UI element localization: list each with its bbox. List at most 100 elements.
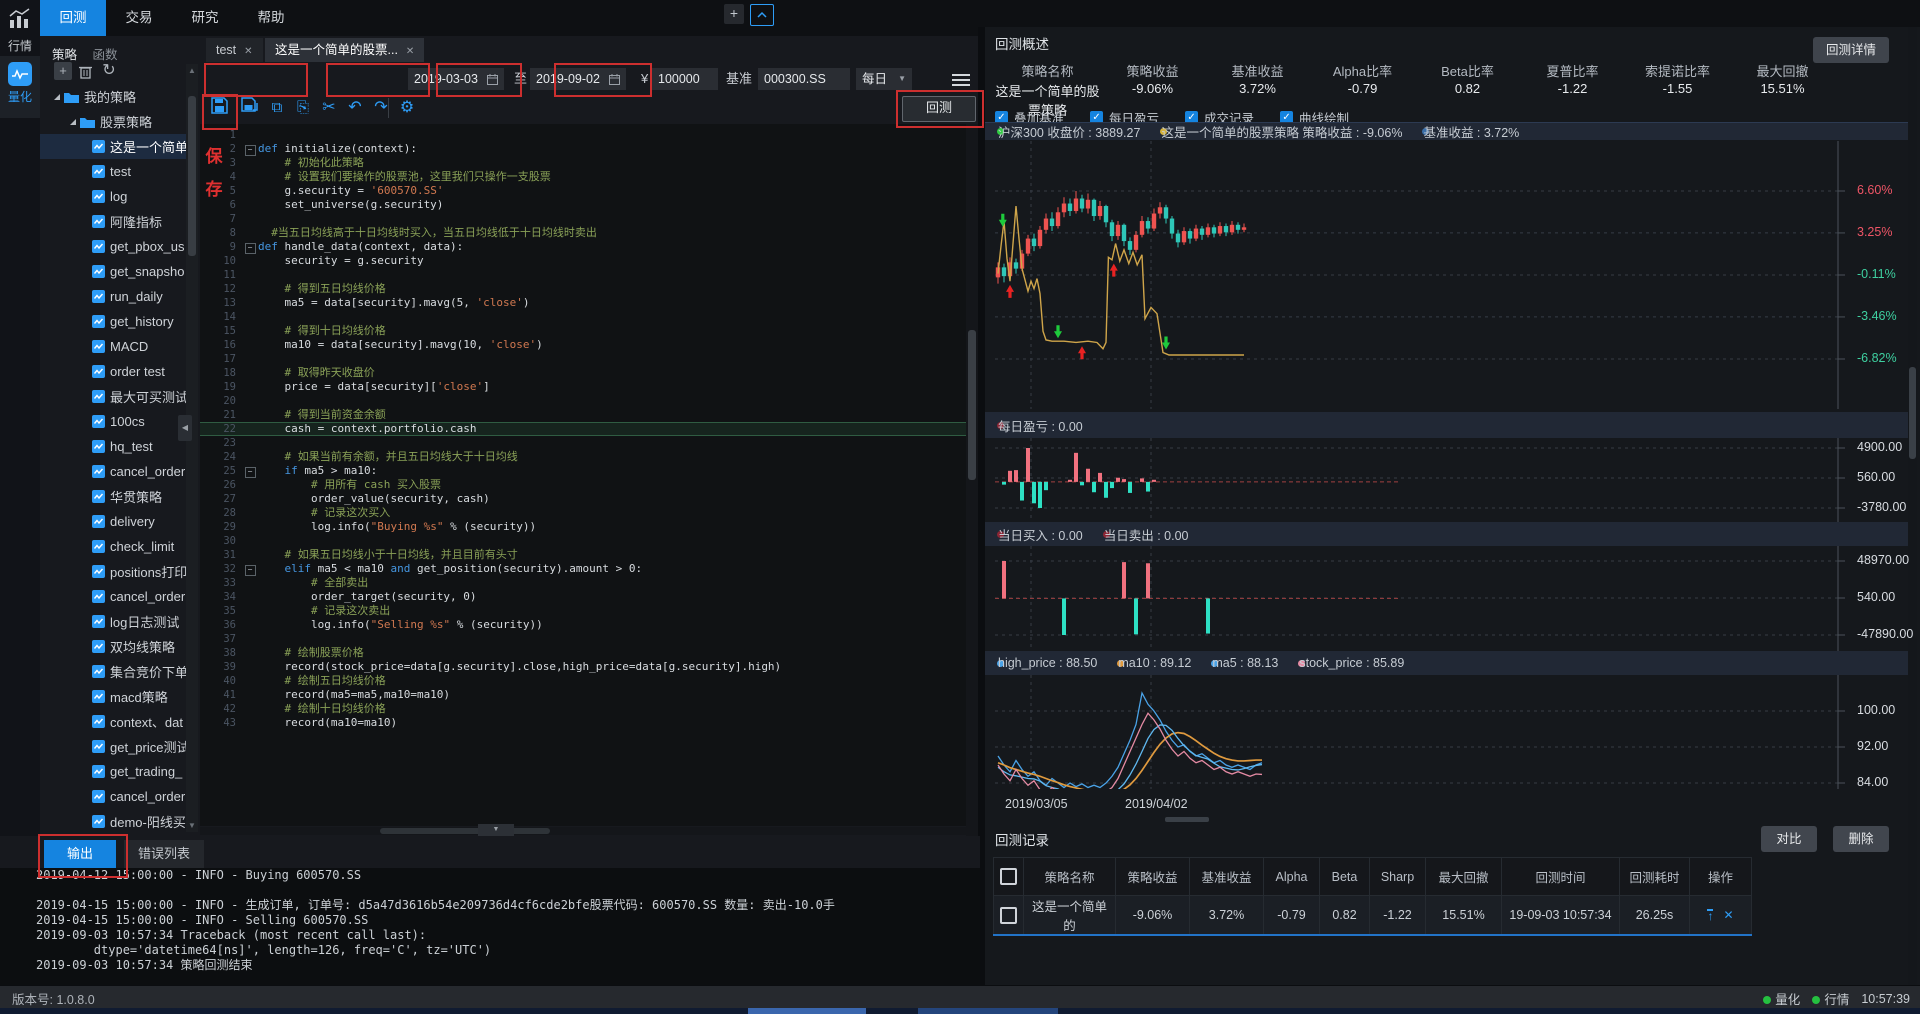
tree-item[interactable]: get_price测试 [40,734,186,759]
fold-marker[interactable] [242,548,258,562]
close-icon[interactable]: ✕ [406,46,414,57]
fold-marker[interactable] [242,716,258,730]
tree-item[interactable]: check_limit [40,534,186,559]
chart-hscrollbar[interactable] [1165,817,1209,822]
fold-marker[interactable] [242,296,258,310]
code-line[interactable]: 7 [200,212,966,226]
fold-marker[interactable] [242,254,258,268]
compare-button[interactable]: 对比 [1761,826,1817,852]
code-line[interactable]: 41 record(ma5=ma5,ma10=ma10) [200,688,966,702]
settings-gear-icon[interactable]: ⚙ [396,97,418,119]
code-line[interactable]: 3 # 初始化此策略 [200,156,966,170]
fold-marker[interactable] [242,688,258,702]
fold-marker[interactable] [242,226,258,240]
fold-marker[interactable] [242,352,258,366]
sidebar-tab-strategy[interactable]: 策略 [52,44,77,63]
collapse-panel-button[interactable] [750,4,774,26]
menu-item[interactable]: 研究 [172,0,238,36]
code-line[interactable]: 11 [200,268,966,282]
sidebar-collapse-icon[interactable]: ◀ [178,415,192,441]
scroll-up-icon[interactable]: ▲ [186,66,198,75]
menu-item[interactable]: 交易 [106,0,172,36]
fold-marker[interactable] [242,408,258,422]
code-line[interactable]: 22 cash = context.portfolio.cash [200,422,966,436]
code-line[interactable]: 31 # 如果五日均线小于十日均线，并且目前有头寸 [200,548,966,562]
code-line[interactable]: 4 # 设置我们要操作的股票池，这里我们只操作一支股票 [200,170,966,184]
fold-marker[interactable] [242,674,258,688]
code-line[interactable]: 36 log.info("Selling %s" % (security)) [200,618,966,632]
fold-marker[interactable] [242,576,258,590]
fold-marker[interactable] [242,450,258,464]
editor-hscrollbar[interactable] [200,827,966,835]
refresh-icon[interactable]: ↻ [100,62,118,80]
tree-item[interactable]: macd策略 [40,684,186,709]
code-line[interactable]: 23 [200,436,966,450]
delete-button[interactable]: 删除 [1833,826,1889,852]
capital-input[interactable]: 100000 [652,68,718,90]
fold-marker[interactable] [242,632,258,646]
tree-item[interactable]: context、dat [40,709,186,734]
code-line[interactable]: 20 [200,394,966,408]
tree-item[interactable]: log [40,184,186,209]
tree-item[interactable]: log日志测试 [40,609,186,634]
cut-icon[interactable]: ✂ [318,97,340,119]
code-line[interactable]: 33 # 全部卖出 [200,576,966,590]
tree-item[interactable]: 100cs [40,409,186,434]
fold-marker[interactable] [242,436,258,450]
tree-item[interactable]: MACD [40,334,186,359]
code-line[interactable]: 40 # 绘制五日均线价格 [200,674,966,688]
tree-item[interactable]: 这是一个简单 [40,134,186,159]
fold-marker[interactable]: − [242,240,258,254]
returns-candlestick-chart[interactable] [995,141,1853,409]
tree-item[interactable]: 集合竞价下单 [40,659,186,684]
start-date-input[interactable]: 2019-03-03 [408,68,504,90]
panel-vscrollbar[interactable] [1908,27,1917,985]
code-line[interactable]: 17 [200,352,966,366]
code-line[interactable]: 13 ma5 = data[security].mavg(5, 'close') [200,296,966,310]
tree-item[interactable]: get_trading_ [40,759,186,784]
editor-collapse-down-icon[interactable]: ▼ [478,824,514,836]
code-line[interactable]: 6 set_universe(g.security) [200,198,966,212]
code-line[interactable]: 16 ma10 = data[security].mavg(10, 'close… [200,338,966,352]
fold-marker[interactable] [242,324,258,338]
fold-marker[interactable] [242,128,258,142]
code-line[interactable]: 28 # 记录这次买入 [200,506,966,520]
code-line[interactable]: 1 [200,128,966,142]
close-icon[interactable]: ✕ [244,46,252,57]
tree-item[interactable]: get_snapsho [40,259,186,284]
fold-marker[interactable]: − [242,464,258,478]
tree-item[interactable]: positions打印 [40,559,186,584]
code-line[interactable]: 8 #当五日均线高于十日均线时买入，当五日均线低于十日均线时卖出 [200,226,966,240]
fold-marker[interactable] [242,590,258,604]
code-line[interactable]: 39 record(stock_price=data[g.security].c… [200,660,966,674]
code-line[interactable]: 43 record(ma10=ma10) [200,716,966,730]
delete-icon[interactable] [76,62,94,80]
fold-marker[interactable] [242,394,258,408]
editor-tab[interactable]: 这是一个简单的股票...✕ [265,38,424,62]
code-line[interactable]: 5 g.security = '600570.SS' [200,184,966,198]
code-line[interactable]: 29 log.info("Buying %s" % (security)) [200,520,966,534]
fold-marker[interactable] [242,702,258,716]
nav-market[interactable]: 行情 [0,4,40,54]
fold-marker[interactable]: − [242,142,258,156]
fold-marker[interactable] [242,156,258,170]
tree-item[interactable]: cancel_order [40,584,186,609]
code-line[interactable]: 37 [200,632,966,646]
fold-marker[interactable] [242,198,258,212]
pin-top-icon[interactable]: ↑ [1707,909,1713,921]
code-line[interactable]: 24 # 如果当前有余额，并且五日均线大于十日均线 [200,450,966,464]
scroll-down-icon[interactable]: ▼ [186,821,198,830]
tree-item[interactable]: delivery [40,509,186,534]
code-line[interactable]: 32− elif ma5 < ma10 and get_position(sec… [200,562,966,576]
close-icon[interactable]: ✕ [1723,908,1733,922]
checkbox[interactable] [1000,907,1017,924]
tree-folder[interactable]: 股票策略 [40,109,186,134]
editor-vscrollbar[interactable] [966,124,978,836]
fold-marker[interactable] [242,492,258,506]
sidebar-tab-functions[interactable]: 函数 [93,44,118,63]
backtest-detail-button[interactable]: 回测详情 [1813,37,1889,63]
code-line[interactable]: 2−def initialize(context): [200,142,966,156]
tree-item[interactable]: get_pbox_us [40,234,186,259]
fold-marker[interactable] [242,310,258,324]
fold-marker[interactable] [242,520,258,534]
